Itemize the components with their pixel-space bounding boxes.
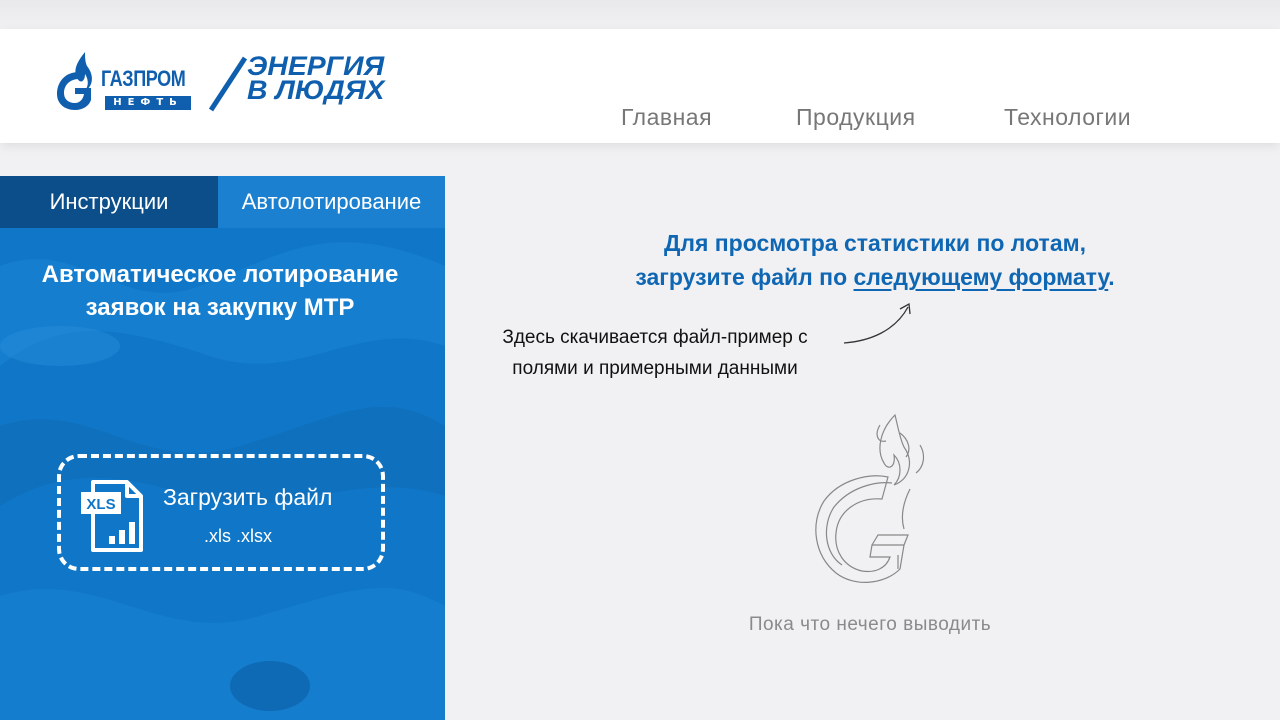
- gazprom-flame-icon: [57, 52, 92, 110]
- upload-label: Загрузить файл: [163, 484, 333, 510]
- stats-hint-line2: загрузите файл по следующему формату.: [560, 264, 1190, 291]
- logo-slash: [208, 56, 248, 112]
- gazprom-flame-sketch-icon: [815, 413, 925, 583]
- stats-hint-line1: Для просмотра статистики по лотам,: [663, 230, 1087, 256]
- panel-title-line1: Автоматическое лотирование: [41, 261, 399, 288]
- annotation-line2: полями и примерными данными: [512, 358, 798, 379]
- upload-extensions: .xls .xlsx: [203, 526, 272, 546]
- format-example-link[interactable]: следующему формату: [854, 264, 1109, 290]
- annotation-note: Здесь скачивается файл-пример с полями и…: [460, 322, 850, 384]
- nav-products[interactable]: Продукция: [796, 104, 916, 131]
- tab-autolotting[interactable]: Автолотирование: [218, 176, 445, 228]
- xls-icon-label: XLS: [86, 496, 115, 513]
- site-header: ГАЗПРОМ НЕФТЬ ЭНЕРГИЯ В ЛЮДЯХ Главная Пр…: [0, 29, 1280, 143]
- panel-title: Автоматическое лотирование заявок на зак…: [0, 258, 440, 324]
- nav-main[interactable]: Главная: [621, 104, 712, 131]
- browser-top-shade: [0, 0, 1280, 30]
- panel-title-line2: заявок на закупку МТР: [85, 294, 355, 321]
- upload-file-dropzone[interactable]: XLS Загрузить файл .xls .xlsx: [57, 454, 385, 571]
- xls-file-icon: XLS: [81, 480, 143, 552]
- company-logo[interactable]: ГАЗПРОМ НЕФТЬ ЭНЕРГИЯ В ЛЮДЯХ: [55, 46, 445, 126]
- brand-subname: НЕФТЬ: [105, 96, 191, 110]
- tagline-line2: В ЛЮДЯХ: [247, 75, 385, 105]
- brand-name: ГАЗПРОМ: [101, 66, 186, 91]
- tab-instructions[interactable]: Инструкции: [0, 176, 218, 228]
- stats-hint-prefix: загрузите файл по: [635, 264, 854, 290]
- nav-technologies[interactable]: Технологии: [1004, 104, 1131, 131]
- annotation-line1: Здесь скачивается файл-пример с: [502, 327, 808, 348]
- stats-hint-suffix: .: [1108, 264, 1115, 290]
- brand-tagline: ЭНЕРГИЯ В ЛЮДЯХ: [247, 53, 385, 105]
- sidebar-tabs: Инструкции Автолотирование: [0, 176, 445, 228]
- empty-state-text: Пока что нечего выводить: [748, 614, 992, 635]
- annotation-arrow-icon: [843, 302, 911, 344]
- sidebar-panel: Инструкции Автолотирование Автоматическо…: [0, 176, 445, 720]
